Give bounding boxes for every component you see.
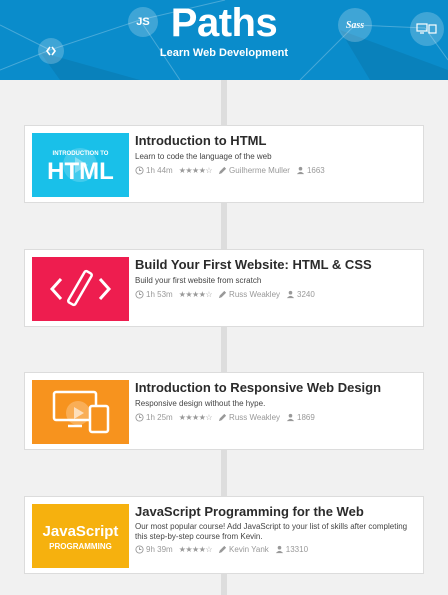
- course-description: Build your first website from scratch: [135, 276, 262, 285]
- thumbnail-small-text: PROGRAMMING: [49, 542, 112, 551]
- course-description: Responsive design without the hype.: [135, 399, 266, 408]
- course-duration: 1h 25m: [146, 413, 173, 422]
- course-meta: 1h 44m ★★★★☆ Guilherme Muller 1663: [135, 166, 417, 175]
- course-thumbnail[interactable]: [32, 257, 129, 321]
- course-title[interactable]: Introduction to HTML: [135, 133, 417, 149]
- clock-icon: [135, 166, 144, 175]
- course-author[interactable]: Kevin Yank: [229, 545, 269, 554]
- clock-icon: [135, 413, 144, 422]
- course-thumbnail[interactable]: [32, 380, 129, 444]
- course-meta: 9h 39m ★★★★☆ Kevin Yank 13310: [135, 545, 417, 554]
- course-title[interactable]: JavaScript Programming for the Web: [135, 504, 417, 520]
- course-thumbnail[interactable]: INTRODUCTION TO HTML: [32, 133, 129, 197]
- thumbnail-big-text: JavaScript: [42, 523, 119, 540]
- course-author[interactable]: Guilherme Muller: [229, 166, 290, 175]
- page-subtitle: Learn Web Development: [159, 47, 289, 59]
- course-duration: 9h 39m: [146, 545, 173, 554]
- course-author[interactable]: Russ Weakley: [229, 413, 280, 422]
- responsive-devices-icon: [52, 390, 110, 434]
- course-author[interactable]: Russ Weakley: [229, 290, 280, 299]
- rating-stars: ★★★★☆: [178, 166, 213, 175]
- students-icon: [286, 413, 295, 422]
- page-title: Paths: [170, 1, 278, 45]
- code-pencil-icon: [49, 269, 112, 307]
- course-thumbnail[interactable]: JavaScript PROGRAMMING: [32, 504, 129, 568]
- pencil-icon: [218, 545, 227, 554]
- course-title[interactable]: Build Your First Website: HTML & CSS: [135, 257, 417, 273]
- course-title[interactable]: Introduction to Responsive Web Design: [135, 380, 417, 396]
- course-students: 1663: [306, 166, 325, 175]
- rating-stars: ★★★★☆: [178, 290, 213, 299]
- course-description: Learn to code the language of the web: [135, 152, 272, 161]
- course-card[interactable]: Introduction to Responsive Web Design Re…: [24, 372, 424, 450]
- thumbnail-small-text: INTRODUCTION TO: [52, 151, 109, 157]
- course-card[interactable]: JavaScript PROGRAMMING JavaScript Progra…: [24, 496, 424, 574]
- students-icon: [296, 166, 305, 175]
- students-icon: [286, 290, 295, 299]
- students-icon: [275, 545, 283, 554]
- rating-stars: ★★★★☆: [178, 545, 213, 554]
- course-students: 1869: [297, 413, 315, 422]
- course-students: 3240: [297, 290, 315, 299]
- course-meta: 1h 53m ★★★★☆ Russ Weakley 3240: [135, 290, 417, 299]
- course-duration: 1h 53m: [146, 290, 173, 299]
- pencil-icon: [218, 290, 227, 299]
- course-students: 13310: [285, 545, 309, 554]
- thumbnail-big-text: HTML: [47, 158, 114, 185]
- course-duration: 1h 44m: [146, 166, 173, 175]
- course-meta: 1h 25m ★★★★☆ Russ Weakley 1869: [135, 413, 417, 422]
- course-card[interactable]: INTRODUCTION TO HTML Introduction to HTM…: [24, 125, 424, 203]
- rating-stars: ★★★★☆: [178, 413, 213, 422]
- clock-icon: [135, 545, 144, 554]
- page-header: JS Sass Paths Learn Web Development: [0, 0, 448, 80]
- clock-icon: [135, 290, 144, 299]
- pencil-icon: [218, 413, 227, 422]
- pencil-icon: [218, 166, 227, 175]
- course-description: Our most popular course! Add JavaScript …: [135, 522, 408, 541]
- course-card[interactable]: Build Your First Website: HTML & CSS Bui…: [24, 249, 424, 327]
